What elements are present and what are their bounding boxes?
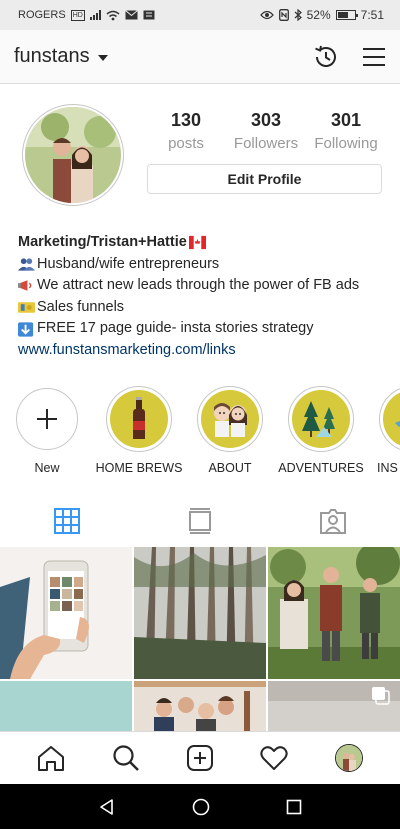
stat-value: 301	[330, 110, 362, 130]
photo-grid	[0, 547, 400, 731]
highlight-new[interactable]: New	[2, 386, 92, 475]
nfc-icon	[278, 9, 289, 21]
feed-icon	[188, 508, 211, 534]
bio-line: We attract new leads through the power o…	[18, 275, 393, 297]
system-navigation-bar	[0, 784, 400, 829]
battery-icon	[335, 10, 358, 20]
stat-value: 303	[250, 110, 282, 130]
eye-icon	[259, 10, 274, 20]
bio-line: Sales funnels	[18, 297, 393, 319]
bio-line: FREE 17 page guide- insta stories strate…	[18, 318, 393, 340]
nav-new-post[interactable]	[180, 738, 220, 778]
profile-stats: 130 posts 303 Followers 301 Following	[146, 110, 386, 152]
search-icon	[112, 745, 139, 771]
back-icon[interactable]	[98, 798, 116, 816]
avatar-photo	[25, 107, 121, 203]
tab-tagged[interactable]	[267, 497, 400, 545]
menu-icon[interactable]	[362, 47, 386, 67]
highlight-ring	[106, 386, 172, 452]
heart-icon	[260, 746, 288, 770]
highlight-label: INS	[377, 461, 398, 475]
megaphone-icon	[18, 280, 32, 292]
bio-name-line: Marketing/Tristan+Hattie	[18, 232, 393, 254]
grid-post[interactable]	[268, 547, 400, 679]
notification-icon	[143, 10, 155, 20]
username: funstans	[14, 45, 90, 67]
grid-post[interactable]	[0, 681, 132, 731]
profile-avatar[interactable]	[22, 104, 124, 206]
profile-bio: Marketing/Tristan+Hattie Husband/wife en…	[18, 232, 393, 362]
bio-line: Husband/wife entrepreneurs	[18, 254, 393, 276]
people-icon	[18, 258, 35, 271]
stat-posts[interactable]: 130 posts	[146, 110, 226, 152]
highlight-ring	[16, 388, 78, 450]
down-arrow-icon	[18, 322, 34, 337]
beer-bottle-icon	[133, 397, 145, 439]
battery-percent: 52%	[306, 8, 331, 22]
bluetooth-icon	[294, 9, 302, 21]
highlight-label: HOME BREWS	[95, 461, 183, 475]
grid-post[interactable]	[134, 681, 266, 731]
profile-tabs	[0, 497, 400, 545]
money-icon	[18, 302, 35, 313]
highlight-home-brews[interactable]: HOME BREWS	[94, 386, 184, 475]
wifi-icon	[106, 10, 120, 20]
highlight-ring	[197, 386, 263, 452]
status-bar: ROGERS HD 52% 7:51	[0, 0, 400, 30]
nav-search[interactable]	[106, 738, 146, 778]
nav-activity[interactable]	[254, 738, 294, 778]
carrier-label: ROGERS	[18, 9, 66, 21]
stat-label: Followers	[233, 135, 299, 152]
profile-header: funstans	[0, 30, 400, 84]
stat-followers[interactable]: 303 Followers	[226, 110, 306, 152]
grid-post[interactable]	[268, 681, 400, 731]
highlight-ring	[379, 386, 400, 452]
stat-label: posts	[168, 135, 204, 152]
bottom-navigation	[0, 731, 400, 784]
story-highlights: New HOME BREWS ABOUT ADVENTURES INS	[0, 386, 400, 486]
highlight-label: ABOUT	[208, 461, 252, 475]
couple-icon	[214, 403, 247, 437]
highlight-label: New	[34, 461, 60, 475]
tagged-icon	[320, 509, 347, 534]
account-switcher[interactable]: funstans	[14, 45, 108, 68]
clock: 7:51	[360, 8, 384, 22]
mail-icon	[124, 10, 138, 20]
bio-link[interactable]: www.funstansmarketing.com/links	[18, 340, 236, 362]
stat-value: 130	[170, 110, 202, 130]
grid-post[interactable]	[134, 547, 266, 679]
highlight-ins[interactable]: INS	[367, 386, 400, 475]
bio-name: Marketing/Tristan+Hattie	[18, 234, 187, 250]
tab-feed[interactable]	[133, 497, 266, 545]
recents-icon[interactable]	[286, 799, 302, 815]
tab-grid[interactable]	[0, 497, 133, 545]
add-post-icon	[186, 745, 213, 771]
edit-profile-button[interactable]: Edit Profile	[147, 164, 382, 194]
hd-badge: HD	[70, 9, 85, 21]
grid-post[interactable]	[0, 547, 132, 679]
hat-icon	[395, 421, 400, 427]
avatar	[334, 744, 363, 772]
home-circle-icon[interactable]	[192, 798, 210, 816]
highlight-label: ADVENTURES	[278, 461, 364, 475]
canada-flag-icon	[188, 236, 206, 250]
highlight-adventures[interactable]: ADVENTURES	[276, 386, 366, 475]
signal-icon	[89, 10, 101, 20]
plus-icon	[37, 409, 57, 429]
grid-icon	[53, 508, 80, 534]
archive-icon[interactable]	[312, 43, 340, 71]
highlight-about[interactable]: ABOUT	[185, 386, 275, 475]
stat-following[interactable]: 301 Following	[306, 110, 386, 152]
chevron-down-icon	[97, 54, 108, 61]
nav-profile[interactable]	[329, 738, 369, 778]
highlight-ring	[288, 386, 354, 452]
stat-label: Following	[314, 135, 378, 152]
trees-icon	[302, 401, 335, 437]
bio-line: www.funstansmarketing.com/links	[18, 340, 393, 362]
home-icon	[38, 746, 65, 771]
nav-home[interactable]	[31, 738, 71, 778]
